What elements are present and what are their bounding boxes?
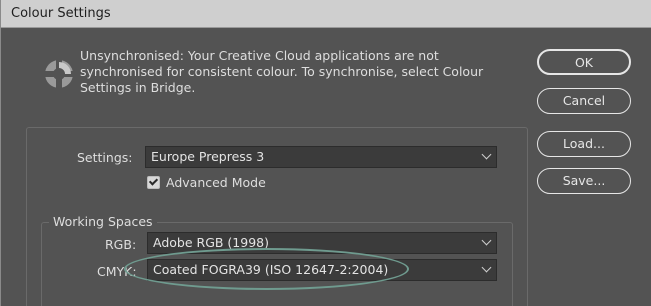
title-bar[interactable]: Colour Settings [1, 0, 651, 28]
working-spaces-legend: Working Spaces [49, 214, 157, 229]
chevron-down-icon [481, 235, 492, 246]
advanced-mode-label[interactable]: Advanced Mode [166, 175, 266, 190]
sync-status-message: Unsynchronised: Your Creative Cloud appl… [80, 48, 484, 95]
settings-dropdown[interactable]: Europe Prepress 3 [145, 146, 497, 168]
save-button[interactable]: Save... [537, 168, 631, 194]
window-title: Colour Settings [11, 6, 111, 21]
rgb-dropdown-value: Adobe RGB (1998) [153, 235, 269, 250]
chevron-down-icon [481, 149, 492, 160]
rgb-label: RGB: [105, 237, 137, 252]
cmyk-dropdown-value: Coated FOGRA39 (ISO 12647-2:2004) [153, 262, 389, 277]
cmyk-label: CMYK: [97, 264, 137, 279]
load-button[interactable]: Load... [537, 131, 631, 157]
colour-settings-dialog: Colour Settings Unsynchronised: Your Cre… [0, 0, 651, 306]
advanced-mode-checkbox[interactable] [147, 176, 160, 189]
settings-dropdown-value: Europe Prepress 3 [151, 149, 265, 164]
ok-button[interactable]: OK [537, 49, 631, 75]
rgb-dropdown[interactable]: Adobe RGB (1998) [147, 232, 497, 254]
cmyk-dropdown[interactable]: Coated FOGRA39 (ISO 12647-2:2004) [147, 259, 497, 281]
colour-sync-icon [42, 57, 76, 91]
cancel-button[interactable]: Cancel [537, 88, 631, 114]
checkmark-icon [148, 176, 159, 186]
settings-label: Settings: [77, 150, 133, 165]
chevron-down-icon [481, 262, 492, 273]
